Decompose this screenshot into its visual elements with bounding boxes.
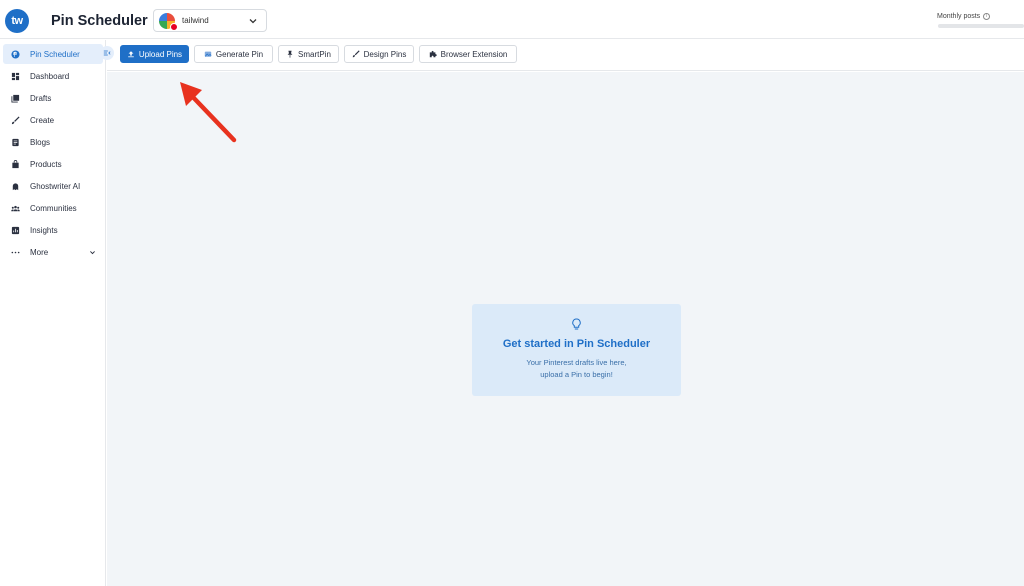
sidebar-item-label: More (30, 247, 49, 257)
lightbulb-icon (572, 318, 581, 330)
chevron-down-icon (249, 18, 257, 23)
account-avatar (159, 12, 178, 31)
account-name: tailwind (182, 16, 209, 25)
main-content: Get started in Pin Scheduler Your Pinter… (107, 72, 1024, 586)
smartpin-button[interactable]: SmartPin (278, 45, 339, 63)
ghost-icon (12, 182, 19, 190)
chart-icon (11, 226, 20, 234)
chevron-down-icon (90, 250, 95, 254)
sidebar-item-blogs[interactable]: Blogs (3, 132, 103, 152)
browser-extension-button[interactable]: Browser Extension (419, 45, 517, 63)
brush-icon (352, 50, 360, 58)
brush-icon (11, 115, 20, 124)
sidebar-item-communities[interactable]: Communities (3, 198, 103, 218)
puzzle-piece-icon (429, 50, 437, 58)
sidebar-item-products[interactable]: Products (3, 154, 103, 174)
browser-extension-label: Browser Extension (440, 49, 508, 59)
monthly-posts-text: Monthly posts (937, 13, 981, 20)
generate-image-icon (204, 51, 212, 57)
collapse-menu-icon (103, 50, 111, 56)
design-pins-button[interactable]: Design Pins (344, 45, 414, 63)
sidebar-item-more[interactable]: More (3, 242, 103, 262)
info-icon[interactable]: i (983, 13, 991, 20)
monthly-posts-label: Monthly posts i (937, 13, 991, 20)
collapse-sidebar-button[interactable] (100, 46, 114, 60)
empty-state-description-line2: upload a Pin to begin! (540, 370, 613, 379)
top-header: tw Pin Scheduler tailwind Monthly posts … (0, 0, 1024, 39)
sidebar-item-label: Insights (30, 225, 58, 235)
sidebar-item-insights[interactable]: Insights (3, 220, 103, 240)
shopping-bag-icon (12, 159, 19, 168)
sidebar-item-label: Blogs (30, 137, 51, 147)
page-title: Pin Scheduler (51, 13, 148, 29)
account-selector[interactable]: tailwind (153, 9, 267, 32)
sidebar-item-label: Products (30, 159, 62, 169)
sidebar-item-create[interactable]: Create (3, 110, 103, 130)
sidebar-item-label: Create (30, 115, 55, 125)
generate-pin-button[interactable]: Generate Pin (194, 45, 273, 63)
upload-pins-label: Upload Pins (138, 49, 183, 59)
sidebar-item-ghostwriter-ai[interactable]: Ghostwriter AI (3, 176, 103, 196)
pushpin-icon (287, 50, 293, 58)
monthly-posts-progress (938, 24, 1024, 28)
design-pins-label: Design Pins (363, 49, 407, 59)
sidebar-item-dashboard[interactable]: Dashboard (3, 66, 103, 86)
empty-state-title: Get started in Pin Scheduler (502, 338, 651, 350)
action-toolbar: Upload Pins Generate Pin SmartPin Design… (107, 40, 1024, 71)
sidebar-item-label: Pin Scheduler (30, 49, 80, 59)
communities-icon (11, 205, 20, 211)
sidebar-item-label: Communities (30, 203, 77, 213)
tailwind-logo[interactable]: tw (5, 9, 29, 33)
empty-state-card: Get started in Pin Scheduler Your Pinter… (472, 304, 681, 396)
sidebar-item-label: Ghostwriter AI (30, 181, 81, 191)
upload-pins-button[interactable]: Upload Pins (120, 45, 189, 63)
pinterest-badge-icon (170, 22, 178, 31)
upload-icon (128, 51, 134, 58)
sidebar-item-label: Drafts (30, 93, 52, 103)
sidebar-item-label: Dashboard (30, 71, 70, 81)
dashboard-icon (11, 72, 20, 80)
blog-icon (12, 138, 19, 146)
generate-pin-label: Generate Pin (215, 49, 264, 59)
sidebar-item-drafts[interactable]: Drafts (3, 88, 103, 108)
sidebar: Pin Scheduler Dashboard Drafts Create Bl… (0, 40, 106, 586)
more-dots-icon (11, 251, 20, 253)
sidebar-item-pin-scheduler[interactable]: Pin Scheduler (3, 44, 103, 64)
pinterest-icon (11, 49, 20, 59)
smartpin-label: SmartPin (298, 49, 331, 59)
drafts-icon (11, 94, 20, 103)
empty-state-description: Your Pinterest drafts live here, (526, 358, 627, 367)
